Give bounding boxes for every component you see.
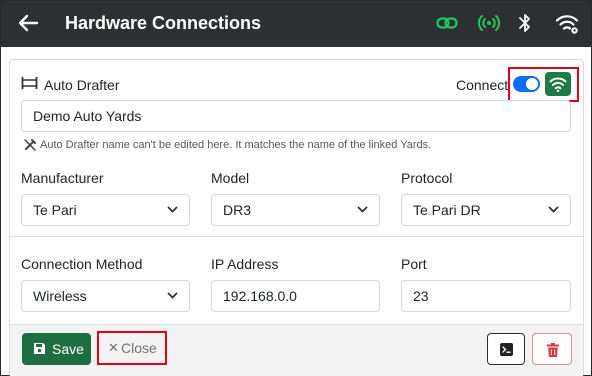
connection-method-select[interactable]: Wireless [21, 280, 190, 312]
manufacturer-select[interactable]: Te Pari [21, 194, 190, 226]
device-type-label: Auto Drafter [44, 77, 120, 93]
terminal-button[interactable] [487, 333, 525, 365]
manufacturer-value: Te Pari [33, 202, 77, 218]
wifi-icon[interactable] [555, 11, 579, 35]
chevron-down-icon [357, 206, 368, 213]
section-divider [9, 236, 584, 237]
connection-method-value: Wireless [33, 288, 87, 304]
chevron-down-icon [167, 206, 178, 213]
name-hint: Auto Drafter name can't be edited here. … [40, 139, 432, 151]
protocol-value: Te Pari DR [413, 202, 481, 218]
port-input[interactable]: 23 [401, 280, 571, 312]
edit-disabled-icon [24, 139, 36, 151]
ip-address-input[interactable]: 192.168.0.0 [211, 280, 380, 312]
model-value: DR3 [223, 202, 252, 218]
connection-method-label: Connection Method [21, 256, 143, 272]
port-label: Port [401, 256, 427, 272]
connect-label: Connect [456, 77, 509, 93]
save-button[interactable]: Save [22, 333, 91, 365]
protocol-label: Protocol [401, 170, 453, 186]
auto-drafter-icon [21, 77, 38, 89]
protocol-select[interactable]: Te Pari DR [401, 194, 571, 226]
trash-icon [547, 343, 559, 357]
device-name-field[interactable]: Demo Auto Yards [21, 100, 571, 132]
bluetooth-icon[interactable] [518, 11, 532, 35]
chevron-down-icon [167, 292, 178, 299]
terminal-icon [500, 343, 513, 356]
save-icon [34, 343, 45, 354]
model-label: Model [211, 170, 250, 186]
link-icon[interactable] [436, 11, 458, 35]
connect-highlight [508, 67, 579, 102]
save-label: Save [52, 341, 84, 357]
model-select[interactable]: DR3 [211, 194, 380, 226]
ip-address-label: IP Address [211, 256, 279, 272]
delete-button[interactable] [532, 333, 572, 365]
close-highlight [97, 331, 167, 365]
chevron-down-icon [548, 206, 559, 213]
manufacturer-label: Manufacturer [21, 170, 104, 186]
page-title: Hardware Connections [65, 13, 262, 33]
back-arrow-icon[interactable] [16, 12, 40, 34]
signal-icon[interactable] [478, 11, 500, 35]
